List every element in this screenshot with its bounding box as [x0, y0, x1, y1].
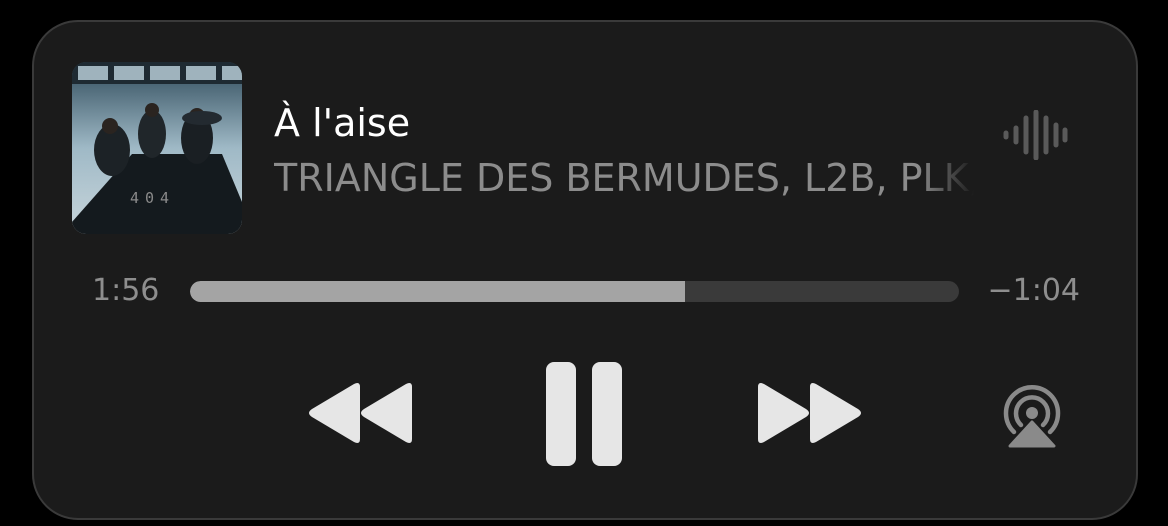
- airplay-audio-icon: [1003, 384, 1061, 448]
- rewind-icon: [309, 383, 412, 443]
- pause-icon: [546, 362, 622, 466]
- elapsed-time: 1:56: [92, 273, 160, 308]
- fast-forward-button[interactable]: [756, 381, 864, 445]
- album-artwork[interactable]: 404: [72, 62, 242, 234]
- remaining-time: −1:04: [987, 273, 1080, 308]
- track-artists[interactable]: TRIANGLE DES BERMUDES, L2B, PLK, Yenwi: [274, 154, 974, 202]
- airplay-button[interactable]: [996, 382, 1068, 448]
- album-artwork-text: 404: [130, 189, 175, 207]
- rewind-button[interactable]: [306, 381, 414, 445]
- fast-forward-icon: [758, 383, 861, 443]
- album-artwork-image: 404: [72, 62, 242, 234]
- track-title[interactable]: À l'aise: [274, 100, 410, 146]
- pause-button[interactable]: [546, 362, 624, 466]
- audio-waveform-icon: [1000, 109, 1070, 161]
- progress-fill: [190, 281, 686, 302]
- progress-scrubber[interactable]: [190, 281, 959, 302]
